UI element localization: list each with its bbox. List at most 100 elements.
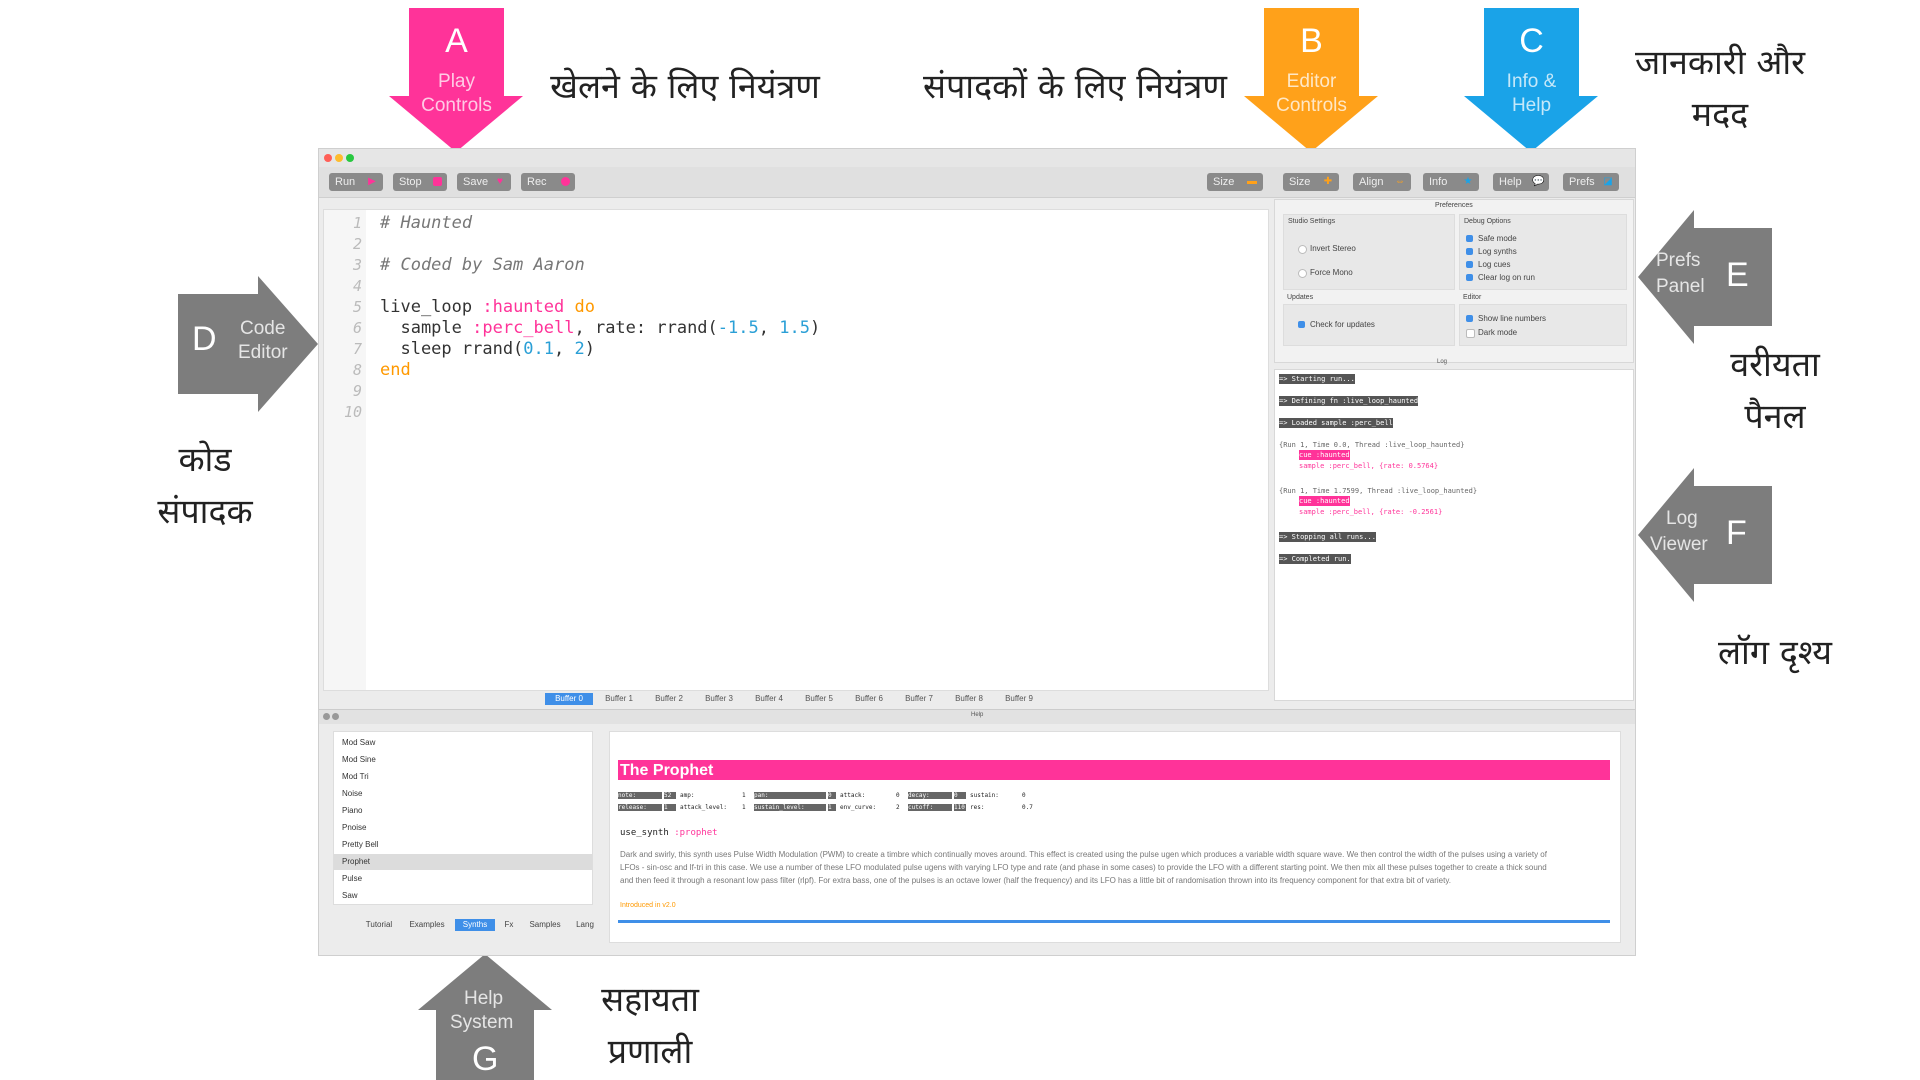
log-synths-checkbox[interactable] (1466, 248, 1473, 255)
force-mono-checkbox[interactable] (1298, 269, 1307, 278)
param-cell: pan: (754, 792, 826, 799)
buffer-tab-7[interactable]: Buffer 7 (895, 693, 943, 705)
log-title: Log (1437, 359, 1448, 365)
info-button[interactable]: Info ★ (1423, 173, 1479, 191)
size-decrease-button[interactable]: Size ▬ (1207, 173, 1263, 191)
code-token: 0.1 (523, 339, 555, 359)
code-line-5: live_loop :haunted do (380, 297, 595, 317)
list-item-selected[interactable]: Prophet (342, 857, 370, 866)
param-cell: 0 (1022, 792, 1026, 799)
code-token: , rate: rrand( (574, 318, 718, 338)
log-line: {Run 1, Time 0.0, Thread :live_loop_haun… (1279, 441, 1465, 449)
code-line-8: end (380, 360, 411, 380)
param-cell: amp: (680, 792, 695, 799)
buffer-tab-9[interactable]: Buffer 9 (995, 693, 1043, 705)
buffer-tab-6[interactable]: Buffer 6 (845, 693, 893, 705)
callout-label-f-1: Log (1666, 508, 1698, 529)
hindi-editor-controls: संपादकों के लिए नियंत्रण (922, 67, 1227, 107)
code-token: ) (809, 318, 821, 338)
hindi-info-help-2: मदद (1691, 95, 1749, 135)
align-button[interactable]: Align ⇔ (1353, 173, 1411, 191)
hindi-help-2: प्रणाली (607, 1032, 693, 1072)
check-updates-checkbox[interactable] (1298, 321, 1305, 328)
param-cell: 0 (954, 792, 966, 799)
stop-button[interactable]: Stop (393, 173, 447, 191)
safe-mode-checkbox[interactable] (1466, 235, 1473, 242)
buffer-tab-2[interactable]: Buffer 2 (645, 693, 693, 705)
log-cues-checkbox[interactable] (1466, 261, 1473, 268)
use-synth-line: use_synth :prophet (620, 828, 718, 838)
help-zoom-button[interactable] (332, 713, 339, 720)
param-cell: 0 (828, 792, 836, 799)
toolbar: Run ▶ Stop Save ♥ Rec Size ▬ Size ✚ Align ⇔ I… (319, 167, 1635, 198)
selected-row-highlight (334, 854, 592, 870)
list-item[interactable]: Mod Saw (342, 738, 375, 747)
show-line-numbers-checkbox[interactable] (1466, 315, 1473, 322)
size-increase-button[interactable]: Size ✚ (1283, 173, 1339, 191)
callout-label-f-2: Viewer (1650, 534, 1708, 555)
synth-list[interactable]: Mod Saw Mod Sine Mod Tri Noise Piano Pno… (333, 731, 593, 905)
help-close-button[interactable] (323, 713, 330, 720)
tab-fx[interactable]: Fx (499, 919, 519, 931)
list-item[interactable]: Noise (342, 789, 362, 798)
rec-button[interactable]: Rec (521, 173, 575, 191)
list-item[interactable]: Pulse (342, 874, 362, 883)
tab-tutorial[interactable]: Tutorial (359, 919, 399, 931)
save-label: Save (463, 176, 489, 188)
prefs-button[interactable]: Prefs ◪ (1563, 173, 1619, 191)
param-cell: 52 (664, 792, 676, 799)
list-item[interactable]: Pnoise (342, 823, 366, 832)
clear-log-checkbox[interactable] (1466, 274, 1473, 281)
buffer-tab-8[interactable]: Buffer 8 (945, 693, 993, 705)
line-number: 9 (352, 382, 362, 400)
star-icon: ★ (1463, 176, 1473, 187)
help-button[interactable]: Help 💬 (1493, 173, 1549, 191)
log-line: => Stopping all runs... (1279, 532, 1376, 542)
clear-log-label: Clear log on run (1478, 273, 1535, 282)
log-viewer[interactable]: => Starting run... => Defining fn :live_… (1274, 369, 1634, 701)
code-token: do (564, 297, 595, 317)
line-number: 7 (352, 340, 362, 358)
code-editor[interactable]: 1 2 3 4 5 6 7 8 9 10 # Haunted # Coded b… (323, 209, 1269, 691)
log-line: {Run 1, Time 1.7599, Thread :live_loop_h… (1279, 487, 1478, 495)
list-item[interactable]: Mod Sine (342, 755, 376, 764)
tab-examples[interactable]: Examples (403, 919, 451, 931)
callout-label-d-1: Code (240, 318, 286, 339)
list-item[interactable]: Saw (342, 891, 358, 900)
buffer-tab-1[interactable]: Buffer 1 (595, 693, 643, 705)
invert-stereo-checkbox[interactable] (1298, 245, 1307, 254)
buffer-tab-0[interactable]: Buffer 0 (545, 693, 593, 705)
code-line-6: sample :perc_bell, rate: rrand(-1.5, 1.5… (380, 318, 820, 338)
line-number: 5 (352, 298, 362, 316)
callout-letter-a: A (445, 22, 468, 60)
doc-bottom-rule (618, 920, 1610, 923)
check-updates-label: Check for updates (1310, 320, 1375, 329)
param-cell: attack_level: (680, 804, 727, 811)
list-item[interactable]: Pretty Bell (342, 840, 378, 849)
align-label: Align (1359, 176, 1384, 188)
param-cell: sustain: (970, 792, 999, 799)
run-button[interactable]: Run ▶ (329, 173, 383, 191)
param-cell: 1 (742, 804, 746, 811)
zoom-window-button[interactable] (346, 154, 354, 162)
callout-letter-f: F (1726, 514, 1747, 552)
dark-mode-checkbox[interactable] (1466, 329, 1475, 338)
buffer-tab-4[interactable]: Buffer 4 (745, 693, 793, 705)
log-cues-label: Log cues (1478, 260, 1511, 269)
list-item[interactable]: Mod Tri (342, 772, 369, 781)
size-plus-label: Size (1289, 176, 1311, 188)
code-line-7: sleep rrand(0.1, 2) (380, 339, 595, 359)
tab-synths[interactable]: Synths (455, 919, 495, 931)
minimize-window-button[interactable] (335, 154, 343, 162)
tab-samples[interactable]: Samples (523, 919, 567, 931)
list-item[interactable]: Piano (342, 806, 362, 815)
tab-lang[interactable]: Lang (571, 919, 599, 931)
param-cell: note: (618, 792, 662, 799)
line-number: 4 (352, 277, 362, 295)
buffer-tab-3[interactable]: Buffer 3 (695, 693, 743, 705)
save-button[interactable]: Save ♥ (457, 173, 511, 191)
prefs-title: Preferences (1435, 202, 1473, 209)
buffer-tab-5[interactable]: Buffer 5 (795, 693, 843, 705)
safe-mode-label: Safe mode (1478, 234, 1517, 243)
close-window-button[interactable] (324, 154, 332, 162)
